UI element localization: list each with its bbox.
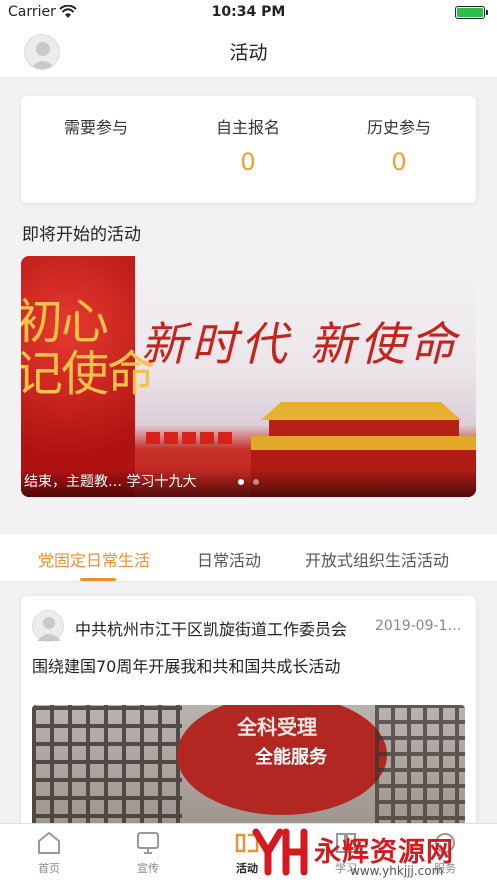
activity-tabs: 党固定日常生活 日常活动 开放式组织生活活动 — [0, 534, 497, 582]
banner-left-panel: 初心 记使命 — [21, 256, 155, 497]
stat-label: 自主报名 — [215, 118, 280, 137]
tabbar-label: 首页 — [38, 862, 60, 875]
stat-label: 历史参与 — [366, 118, 431, 137]
person-icon — [37, 617, 61, 641]
tab-open-organization-activities[interactable]: 开放式组织生活活动 — [305, 547, 449, 571]
tab-party-daily-life[interactable]: 党固定日常生活 — [38, 547, 150, 571]
stat-value: 0 — [391, 148, 407, 176]
stat-label: 需要参与 — [63, 118, 128, 137]
home-icon — [38, 832, 60, 854]
carousel-dot — [237, 479, 244, 485]
tabbar-label: 宣传 — [137, 862, 159, 875]
tabbar-home[interactable]: 首页 — [19, 830, 79, 876]
stat-history[interactable]: 历史参与 0 — [339, 114, 459, 176]
sign-text-1: 全科受理 — [237, 715, 317, 739]
participation-stats-card: 需要参与 自主报名 0 历史参与 0 — [21, 96, 476, 203]
battery-icon — [455, 6, 488, 19]
active-tab-indicator — [80, 578, 116, 581]
nav-bar: 活动 — [0, 26, 497, 78]
status-bar: Carrier 10:34 PM — [0, 0, 497, 26]
banner-left-text: 初心 记使命 — [21, 294, 155, 402]
activity-date: 2019-09-1… — [375, 618, 462, 634]
upcoming-activity-banner[interactable]: 初心 记使命 新时代 新使命 结束，主题教… 学习十九大 — [21, 256, 476, 497]
activity-list: 中共杭州市江干区凯旋街道工作委员会 2019-09-1… 围绕建国70周年开展我… — [0, 582, 497, 823]
service-sign: 全科受理 全能服务 — [177, 705, 387, 815]
flags-decoration — [146, 432, 246, 452]
banner-slogan: 新时代 新使命 — [141, 317, 460, 371]
watermark-url: www.yhkjjj.com — [350, 864, 444, 878]
stat-value: 0 — [240, 148, 256, 176]
stat-self-registered[interactable]: 自主报名 0 — [188, 114, 308, 176]
carousel-dot — [253, 479, 260, 485]
org-avatar — [32, 610, 64, 642]
upcoming-section-title: 即将开始的活动 — [22, 225, 141, 245]
page-title: 活动 — [229, 42, 268, 64]
watermark-logo-icon — [252, 828, 308, 876]
activity-photo: 全科受理 全能服务 — [32, 705, 465, 823]
activity-title: 围绕建国70周年开展我和共和国共成长活动 — [32, 657, 341, 676]
sign-text-2: 全能服务 — [255, 747, 327, 768]
org-name: 中共杭州市江干区凯旋街道工作委员会 — [75, 620, 348, 639]
watermark: 永辉资源网 www.yhkjjj.com — [252, 824, 497, 883]
tab-daily-activities[interactable]: 日常活动 — [197, 547, 261, 571]
clock: 10:34 PM — [211, 4, 286, 20]
tabbar-publicity[interactable]: 宣传 — [118, 830, 178, 876]
monitor-icon — [137, 832, 159, 854]
carousel-indicator — [21, 470, 476, 489]
activity-card[interactable]: 中共杭州市江干区凯旋街道工作委员会 2019-09-1… 围绕建国70周年开展我… — [21, 596, 476, 823]
stat-required[interactable]: 需要参与 — [36, 114, 156, 148]
